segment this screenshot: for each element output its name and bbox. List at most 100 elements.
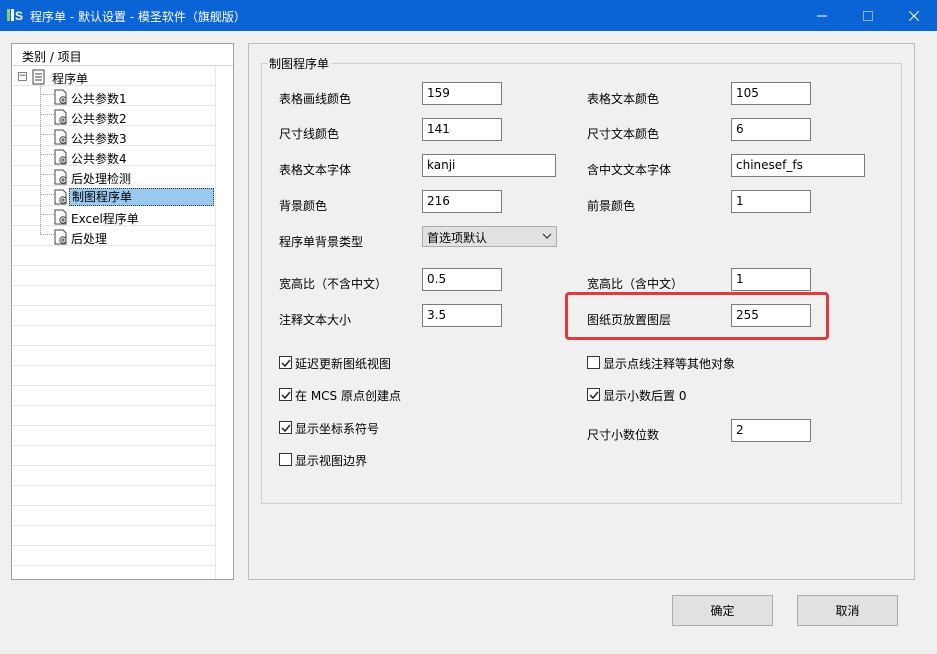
tree-item-label: 制图程序单 <box>69 188 214 206</box>
table-text-color-input[interactable]: 105 <box>731 82 811 105</box>
minimize-button[interactable] <box>799 0 845 31</box>
note-text-size-input[interactable]: 3.5 <box>422 304 502 327</box>
checkmark-icon <box>281 359 291 368</box>
checkbox-label: 在 MCS 原点创建点 <box>295 389 401 403</box>
bg-color-input[interactable]: 216 <box>422 190 502 213</box>
document-icon <box>32 69 45 85</box>
checkbox-label: 显示小数后置 0 <box>603 389 687 403</box>
table-text-font-label: 表格文本字体 <box>279 163 352 177</box>
bg-type-value: 首选项默认 <box>427 231 488 245</box>
page-gear-icon <box>54 89 67 105</box>
table-text-font-input[interactable]: kanji <box>422 154 556 177</box>
bg-color-label: 背景颜色 <box>279 199 328 213</box>
tree-connector <box>40 134 54 135</box>
aspect-cn-input[interactable]: 1 <box>731 268 811 291</box>
tree-item-excel-sheet[interactable]: Excel程序单 <box>54 207 214 227</box>
page-gear-icon <box>54 209 67 225</box>
tree-connector <box>40 194 54 195</box>
checkbox-label: 显示点线注释等其他对象 <box>603 357 736 371</box>
chevron-down-icon <box>542 233 552 239</box>
checkmark-icon <box>589 391 599 400</box>
tree-item-post-check[interactable]: 后处理检测 <box>54 167 214 187</box>
tree-side-strip <box>216 66 233 579</box>
checkmark-icon <box>281 391 291 400</box>
tree-header-label: 类别 / 项目 <box>22 50 82 64</box>
tree-root-label: 程序单 <box>52 72 89 86</box>
tree-root-node[interactable]: − 程序单 <box>12 67 212 87</box>
page-gear-icon <box>54 169 67 185</box>
checkbox-box <box>279 356 292 369</box>
window-title: 程序单 - 默认设置 - 模圣软件（旗舰版） <box>30 10 246 24</box>
dim-text-color-label: 尺寸文本颜色 <box>587 127 660 141</box>
page-gear-icon <box>54 129 67 145</box>
checkbox-box <box>279 388 292 401</box>
chinese-text-font-input[interactable]: chinesef_fs <box>731 154 865 177</box>
fg-color-input[interactable]: 1 <box>731 190 811 213</box>
cancel-button[interactable]: 取消 <box>797 595 898 626</box>
checkbox-label: 显示坐标系符号 <box>295 422 380 436</box>
app-logo-icon: S <box>7 9 23 23</box>
page-gear-icon <box>54 229 67 245</box>
tree-item-label: 公共参数3 <box>71 132 127 146</box>
dim-decimals-input[interactable]: 2 <box>731 419 811 442</box>
tree-item-label: Excel程序单 <box>71 212 139 226</box>
tree-connector <box>40 114 54 115</box>
aspect-no-cn-label: 宽高比（不含中文） <box>279 277 388 291</box>
title-bar: S 程序单 - 默认设置 - 模圣软件（旗舰版） <box>0 0 937 31</box>
tree-item-common-param-2[interactable]: 公共参数2 <box>54 107 214 127</box>
checkbox-label: 延迟更新图纸视图 <box>295 357 392 371</box>
fg-color-label: 前景颜色 <box>587 199 636 213</box>
aspect-cn-label: 宽高比（含中文） <box>587 277 684 291</box>
tree-connector <box>40 84 41 235</box>
tree-connector <box>40 154 54 155</box>
tree-item-drawing-sheet[interactable]: 制图程序单 <box>54 187 214 207</box>
checkbox-label: 显示视图边界 <box>295 454 368 468</box>
collapse-toggle[interactable]: − <box>18 72 27 81</box>
cancel-button-label: 取消 <box>835 604 860 618</box>
tree-item-label: 公共参数4 <box>71 152 127 166</box>
checkbox-box <box>279 453 292 466</box>
table-line-color-input[interactable]: 159 <box>422 82 502 105</box>
table-line-color-label: 表格画线颜色 <box>279 92 352 106</box>
dim-decimals-label: 尺寸小数位数 <box>587 428 660 442</box>
close-icon <box>909 10 919 21</box>
close-button[interactable] <box>891 0 937 31</box>
tree-item-post-process[interactable]: 后处理 <box>54 227 214 247</box>
checkbox-box <box>587 356 600 369</box>
tree-item-common-param-3[interactable]: 公共参数3 <box>54 127 214 147</box>
tree-item-label: 后处理 <box>71 232 108 246</box>
page-gear-icon <box>54 189 67 205</box>
note-text-size-label: 注释文本大小 <box>279 313 352 327</box>
tree-connector <box>40 234 54 235</box>
tree-connector <box>40 94 54 95</box>
tree-item-label: 公共参数1 <box>71 92 127 106</box>
bg-type-label: 程序单背景类型 <box>279 235 364 249</box>
ok-button-label: 确定 <box>710 604 735 618</box>
checkmark-icon <box>281 424 291 433</box>
tree-item-label: 公共参数2 <box>71 112 127 126</box>
ok-button[interactable]: 确定 <box>672 595 773 626</box>
tree-header: 类别 / 项目 <box>12 44 233 66</box>
tree-connector <box>40 214 54 215</box>
dim-line-color-label: 尺寸线颜色 <box>279 127 340 141</box>
minimize-icon <box>817 15 827 16</box>
group-title: 制图程序单 <box>267 55 332 72</box>
bg-type-select[interactable]: 首选项默认 <box>422 226 557 247</box>
checkbox-box <box>587 388 600 401</box>
tree-item-label: 后处理检测 <box>71 172 132 186</box>
checkbox-box <box>279 421 292 434</box>
highlight-box <box>565 292 829 340</box>
chinese-text-font-label: 含中文文本字体 <box>587 163 672 177</box>
category-tree[interactable]: 类别 / 项目 − 程序单 公共参数1 公共参数2 公共参数3 公共参数4 后处… <box>11 43 234 580</box>
svg-text:S: S <box>15 9 23 23</box>
aspect-no-cn-input[interactable]: 0.5 <box>422 268 502 291</box>
maximize-icon <box>863 10 873 21</box>
maximize-button[interactable] <box>845 0 891 31</box>
tree-item-common-param-4[interactable]: 公共参数4 <box>54 147 214 167</box>
dim-line-color-input[interactable]: 141 <box>422 118 502 141</box>
tree-connector <box>40 174 54 175</box>
tree-item-common-param-1[interactable]: 公共参数1 <box>54 87 214 107</box>
page-gear-icon <box>54 149 67 165</box>
page-gear-icon <box>54 109 67 125</box>
dim-text-color-input[interactable]: 6 <box>731 118 811 141</box>
